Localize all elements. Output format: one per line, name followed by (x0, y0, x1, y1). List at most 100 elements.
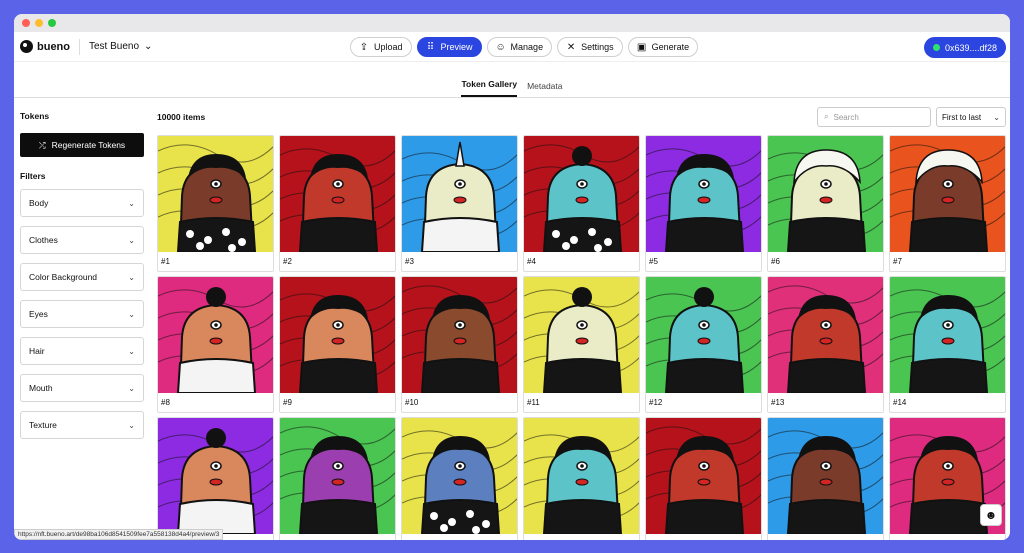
shirt-dot (430, 512, 438, 520)
filter-hair[interactable]: Hair ⌄ (20, 337, 144, 365)
character-shirt (298, 499, 379, 534)
token-card[interactable]: #16 (279, 417, 396, 540)
token-image (524, 277, 639, 393)
character-pupil (336, 323, 340, 327)
tab-token-gallery[interactable]: Token Gallery (461, 79, 518, 97)
token-card[interactable]: #5 (645, 135, 762, 272)
token-art (402, 136, 517, 252)
character-shirt (664, 499, 745, 534)
character-hair-bun (572, 146, 592, 166)
token-card[interactable]: #8 (157, 276, 274, 413)
filter-texture[interactable]: Texture ⌄ (20, 411, 144, 439)
token-card[interactable]: #9 (279, 276, 396, 413)
character-pupil (946, 182, 950, 186)
token-card[interactable]: #4 (523, 135, 640, 272)
character-shirt (786, 217, 867, 252)
floating-avatar-icon[interactable]: ☻ (980, 504, 1002, 526)
nav-generate-button[interactable]: ▣ Generate (627, 37, 699, 57)
token-card[interactable]: #19 (645, 417, 762, 540)
connected-status-icon (932, 44, 940, 51)
character-mouth (819, 478, 833, 486)
token-card[interactable]: #13 (767, 276, 884, 413)
regenerate-label: Regenerate Tokens (51, 140, 126, 150)
nav-manage-button[interactable]: ☺ Manage (486, 37, 553, 57)
nav-upload-button[interactable]: ⇪ Upload (350, 37, 412, 57)
wallet-button[interactable]: 0x639....df28 (923, 37, 1006, 58)
token-card[interactable]: #2 (279, 135, 396, 272)
character-pupil (580, 182, 584, 186)
search-icon: ⌕ (824, 112, 829, 121)
project-selector[interactable]: Test Bueno ⌄ (89, 41, 152, 52)
token-label: #10 (405, 398, 419, 407)
token-image (768, 136, 883, 252)
shirt-dot (594, 244, 602, 252)
nav-label: Generate (651, 42, 690, 52)
close-window-button[interactable] (22, 19, 30, 27)
token-image (646, 277, 761, 393)
token-card[interactable]: #20 (767, 417, 884, 540)
image-icon: ▣ (636, 41, 647, 53)
token-image (402, 136, 517, 252)
token-label: #12 (649, 398, 663, 407)
bueno-logo[interactable]: bueno (20, 40, 70, 53)
chevron-down-icon: ⌄ (128, 383, 135, 393)
token-image (646, 136, 761, 252)
token-label: #5 (649, 257, 658, 266)
character-shirt (664, 217, 745, 252)
token-image (280, 418, 395, 534)
token-card[interactable]: #17 (401, 417, 518, 540)
token-card[interactable]: #18 (523, 417, 640, 540)
token-card[interactable]: #6 (767, 135, 884, 272)
token-image (646, 418, 761, 534)
token-image (280, 277, 395, 393)
bueno-logo-icon (20, 40, 33, 53)
token-art (768, 136, 883, 252)
character-mouth (209, 337, 223, 345)
character-pupil (214, 323, 218, 327)
gallery-tabs: Token Gallery Metadata (14, 62, 1010, 98)
token-card[interactable]: #15 (157, 417, 274, 540)
header-divider (79, 38, 80, 55)
filter-clothes[interactable]: Clothes ⌄ (20, 226, 144, 254)
token-label: #6 (771, 257, 780, 266)
token-card[interactable]: #11 (523, 276, 640, 413)
token-art (280, 277, 395, 393)
nav-preview-button[interactable]: ⠿ Preview (416, 37, 482, 57)
regenerate-tokens-button[interactable]: ⤮ Regenerate Tokens (20, 133, 144, 157)
character-pupil (702, 323, 706, 327)
character-shirt (420, 358, 501, 393)
filter-eyes[interactable]: Eyes ⌄ (20, 300, 144, 328)
token-card[interactable]: #7 (889, 135, 1006, 272)
character-shirt (908, 499, 989, 534)
character-mouth (697, 337, 711, 345)
character-shirt (908, 358, 989, 393)
nav-settings-button[interactable]: ✕ Settings (557, 37, 623, 57)
token-art (524, 136, 639, 252)
tab-metadata[interactable]: Metadata (527, 81, 562, 97)
token-card[interactable]: #3 (401, 135, 518, 272)
character-shirt (420, 217, 501, 252)
token-card[interactable]: #12 (645, 276, 762, 413)
maximize-window-button[interactable] (48, 19, 56, 27)
filter-mouth[interactable]: Mouth ⌄ (20, 374, 144, 402)
character-hair-bun (206, 428, 226, 448)
token-art (890, 277, 1005, 393)
token-image (280, 136, 395, 252)
character-shirt (176, 358, 257, 393)
character-hair-bun (572, 287, 592, 307)
tokens-heading: Tokens (20, 111, 50, 121)
character-shirt (786, 499, 867, 534)
character-mouth (941, 337, 955, 345)
filter-body[interactable]: Body ⌄ (20, 189, 144, 217)
token-label: #3 (405, 257, 414, 266)
main-navigation: ⇪ Upload ⠿ Preview ☺ Manage ✕ Settings ▣ Generate (350, 37, 699, 57)
sort-select[interactable]: First to last ⌄ (936, 107, 1006, 127)
sort-value: First to last (942, 112, 982, 122)
token-card[interactable]: #10 (401, 276, 518, 413)
token-card[interactable]: #14 (889, 276, 1006, 413)
token-art (646, 277, 761, 393)
filter-color-background[interactable]: Color Background ⌄ (20, 263, 144, 291)
token-card[interactable]: #1 (157, 135, 274, 272)
search-input[interactable]: ⌕ Search (817, 107, 931, 127)
minimize-window-button[interactable] (35, 19, 43, 27)
